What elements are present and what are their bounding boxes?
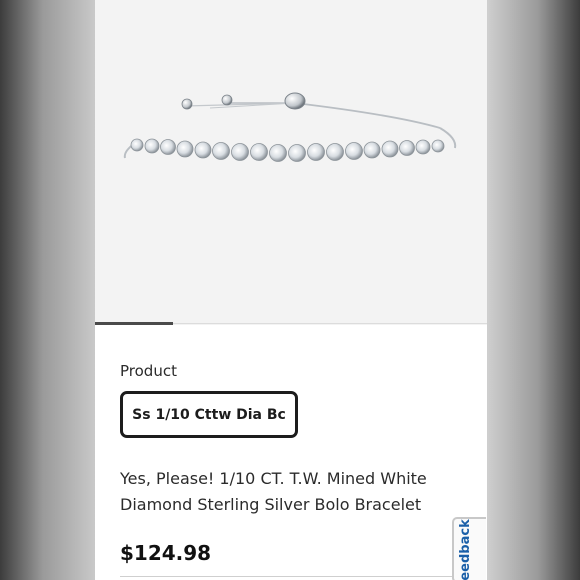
carousel-indicator xyxy=(95,322,173,325)
blurred-background-left xyxy=(0,0,95,580)
product-price: $124.98 xyxy=(120,541,212,565)
section-divider xyxy=(120,576,460,577)
product-page: Product Ss 1/10 Cttw Dia Bc Yes, Please!… xyxy=(95,0,487,580)
blurred-background-right xyxy=(487,0,580,580)
feedback-label: Feedback xyxy=(458,519,473,580)
product-title: Yes, Please! 1/10 CT. T.W. Mined White D… xyxy=(120,469,427,514)
variant-option-button[interactable]: Ss 1/10 Cttw Dia Bc xyxy=(120,391,298,438)
bracelet-image xyxy=(123,92,457,162)
feedback-button[interactable]: Feedback xyxy=(452,517,486,580)
product-option-label: Product xyxy=(120,362,177,380)
product-image[interactable] xyxy=(95,0,487,325)
